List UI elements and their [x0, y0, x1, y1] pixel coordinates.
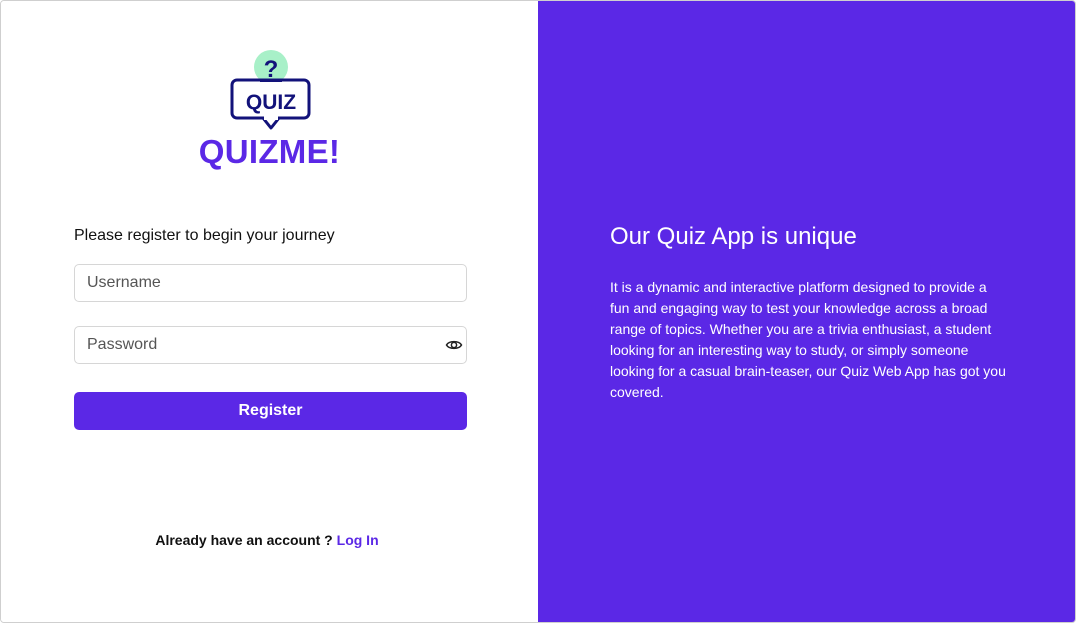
quiz-logo-icon: ? QUIZ: [230, 50, 312, 130]
logo-question-mark: ?: [264, 56, 279, 83]
eye-icon: [445, 340, 463, 350]
login-prompt-text: Already have an account ?: [155, 532, 333, 548]
password-field-container: [74, 326, 467, 364]
promo-title: Our Quiz App is unique: [610, 223, 857, 250]
login-link[interactable]: Log In: [337, 532, 379, 548]
login-prompt: Already have an account ? Log In: [1, 532, 533, 548]
password-input[interactable]: [75, 327, 427, 363]
register-panel: ? QUIZ QUIZME! Please register to begin …: [1, 1, 538, 622]
app-window: ? QUIZ QUIZME! Please register to begin …: [0, 0, 1076, 623]
username-field-container: [74, 264, 467, 302]
quiz-speech-bubble-icon: ? QUIZ: [230, 50, 311, 130]
brand-name: QUIZME!: [198, 133, 341, 170]
promo-panel: Our Quiz App is unique It is a dynamic a…: [538, 1, 1075, 622]
promo-description: It is a dynamic and interactive platform…: [610, 279, 1006, 400]
username-input[interactable]: [75, 265, 427, 301]
register-button[interactable]: Register: [74, 392, 467, 430]
logo-quiz-text: QUIZ: [246, 91, 296, 114]
show-password-toggle[interactable]: [445, 336, 463, 354]
register-intro-text: Please register to begin your journey: [74, 227, 335, 244]
